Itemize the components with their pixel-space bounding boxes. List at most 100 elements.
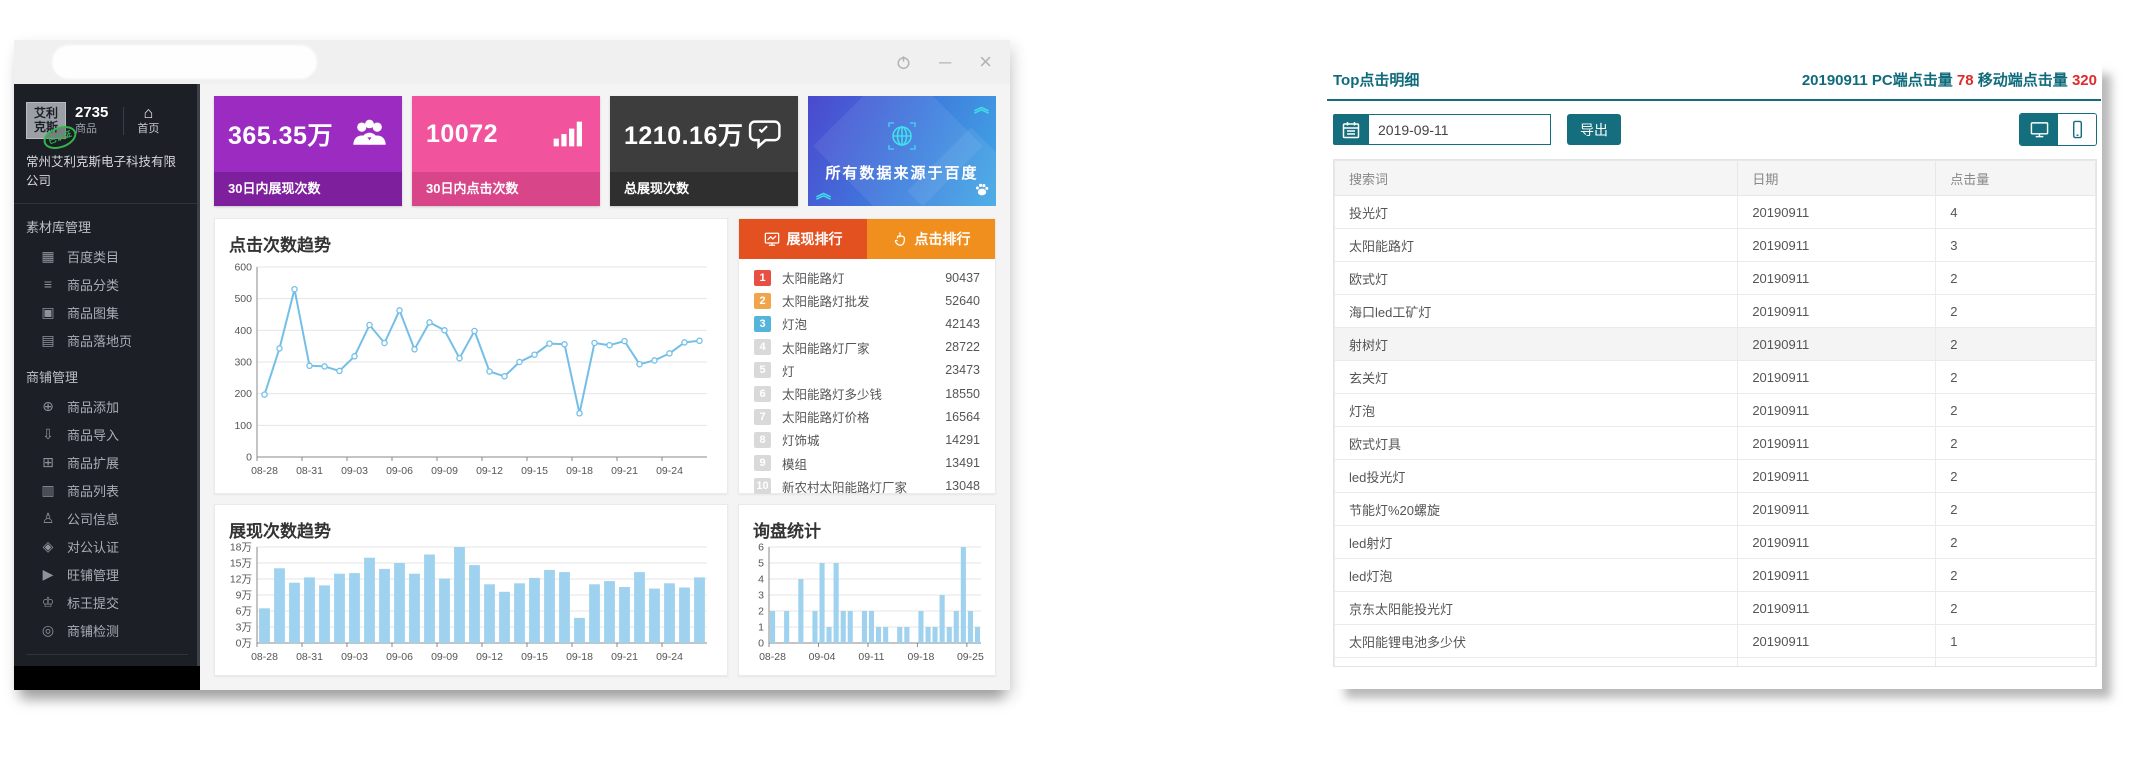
table-cell: 20190911: [1738, 625, 1936, 658]
sidebar-item-百度类目[interactable]: ▦百度类目: [14, 242, 200, 270]
sidebar-item-label: 商铺检测: [67, 621, 119, 640]
stat-card-value: 1210.16万: [624, 116, 743, 152]
tab-click-rank[interactable]: 点击排行: [867, 219, 995, 259]
table-row[interactable]: 太阳能锂电池多少伏201909111: [1335, 625, 2096, 658]
sidebar-scrollbar[interactable]: [197, 84, 200, 666]
product-count-label: 商品: [75, 123, 108, 137]
rank-term: 灯饰城: [782, 430, 945, 449]
inquiry-stats-panel: 询盘统计 012345608-2809-0409-1109-1809-25: [738, 504, 996, 676]
svg-text:09-06: 09-06: [386, 465, 413, 477]
svg-text:08-28: 08-28: [759, 651, 786, 663]
stat-card-0[interactable]: 365.35万30日内展现次数: [214, 96, 402, 206]
stat-card-label: 30日内点击次数: [412, 172, 600, 206]
rank-row[interactable]: 2太阳能路灯批发52640: [741, 289, 993, 312]
svg-text:5: 5: [758, 558, 764, 570]
rank-term: 太阳能路灯厂家: [782, 338, 945, 357]
table-row[interactable]: 海口led工矿灯201909112: [1335, 295, 2096, 328]
rank-badge: 3: [754, 316, 771, 332]
column-header[interactable]: 日期: [1738, 161, 1936, 196]
stat-card-2[interactable]: 1210.16万总展现次数: [610, 96, 798, 206]
table-row[interactable]: led射灯201909112: [1335, 526, 2096, 559]
table-row[interactable]: 京东太阳能投光灯201909112: [1335, 592, 2096, 625]
window-titlebar[interactable]: ─ ×: [14, 40, 1010, 84]
home-label: 首页: [137, 123, 159, 136]
home-button[interactable]: ⌂ 首页: [137, 105, 159, 136]
sidebar-item-标王提交[interactable]: ♔ 标王提交: [14, 588, 200, 616]
table-row[interactable]: 玄关灯201909112: [1335, 361, 2096, 394]
date-input[interactable]: [1369, 114, 1551, 145]
rank-row[interactable]: 8灯饰城14291: [741, 428, 993, 451]
svg-text:600: 600: [234, 262, 252, 274]
rank-row[interactable]: 7太阳能路灯价格16564: [741, 405, 993, 428]
table-row[interactable]: 灯泡201909112: [1335, 394, 2096, 427]
chat-bubble-icon: [747, 117, 784, 151]
rank-row[interactable]: 9模组13491: [741, 452, 993, 475]
impression-trend-title: 展现次数趋势: [215, 505, 727, 542]
sidebar-item-商品导入[interactable]: ⇩商品导入: [14, 420, 200, 448]
sidebar-item-公司信息[interactable]: ♙公司信息: [14, 504, 200, 532]
chevron-up-icon: ︽: [974, 104, 988, 112]
crown-icon: ♔: [40, 594, 56, 611]
sidebar-bottom-strip: [14, 666, 200, 690]
baidu-source-banner[interactable]: ︽︽所有数据来源于百度: [808, 96, 996, 206]
sidebar-item-商品落地页[interactable]: ▤商品落地页: [14, 326, 200, 354]
rank-row[interactable]: 3灯泡42143: [741, 312, 993, 335]
table-row[interactable]: 欧式灯201909112: [1335, 262, 2096, 295]
header-divider: [123, 107, 124, 135]
expand-icon: ⊞: [40, 454, 56, 471]
pc-click-value: 78: [1957, 72, 1974, 89]
rank-badge: 9: [754, 455, 771, 471]
people-icon: [351, 117, 388, 151]
click-detail-table-wrap[interactable]: 搜索词日期点击量 投光灯201909114太阳能路灯201909113欧式灯20…: [1333, 159, 2097, 667]
sidebar-item-对公认证[interactable]: ◈对公认证: [14, 532, 200, 560]
sidebar-item-商品分类[interactable]: ≡商品分类: [14, 270, 200, 298]
svg-text:3万: 3万: [236, 622, 252, 634]
sidebar-item-商品列表[interactable]: ▥商品列表: [14, 476, 200, 504]
click-detail-header: Top点击明细 20190911 PC端点击量 78 移动端点击量 320: [1327, 55, 2101, 101]
power-icon[interactable]: [896, 55, 911, 70]
table-row[interactable]: led灯泡201909112: [1335, 559, 2096, 592]
rank-row[interactable]: 6太阳能路灯多少钱18550: [741, 382, 993, 405]
table-row[interactable]: 太阳能路灯201909113: [1335, 229, 2096, 262]
tab-label: 点击排行: [915, 229, 971, 249]
sidebar-item-商品图集[interactable]: ▣商品图集: [14, 298, 200, 326]
mobile-toggle-button[interactable]: [2058, 114, 2096, 145]
rank-badge: 7: [754, 409, 771, 425]
inquiry-stats-title: 询盘统计: [739, 505, 995, 542]
table-cell: 3: [1936, 229, 2096, 262]
svg-text:09-12: 09-12: [476, 651, 503, 663]
svg-text:09-21: 09-21: [611, 651, 638, 663]
tab-impression-rank[interactable]: 展现排行: [739, 219, 867, 259]
rank-row[interactable]: 4太阳能路灯厂家28722: [741, 336, 993, 359]
sidebar-item-商品扩展[interactable]: ⊞商品扩展: [14, 448, 200, 476]
sidebar-item-旺铺管理[interactable]: ▶旺铺管理: [14, 560, 200, 588]
sidebar-item-label: 标王提交: [67, 593, 119, 612]
table-row[interactable]: 欧式灯具201909112: [1335, 427, 2096, 460]
rank-badge: 1: [754, 270, 771, 286]
sidebar-item-商品添加[interactable]: ⊕商品添加: [14, 392, 200, 420]
svg-text:09-21: 09-21: [611, 465, 638, 477]
sidebar-item-商铺检测[interactable]: ◎商铺检测: [14, 616, 200, 644]
calendar-button[interactable]: [1333, 114, 1369, 145]
column-header[interactable]: 搜索词: [1335, 161, 1738, 196]
stat-card-top: 1210.16万: [610, 96, 798, 172]
table-row[interactable]: 射树灯201909112: [1335, 328, 2096, 361]
close-icon[interactable]: ×: [979, 51, 992, 73]
table-row[interactable]: 投光灯201909114: [1335, 196, 2096, 229]
rank-row[interactable]: 10新农村太阳能路灯厂家13048: [741, 475, 993, 498]
table-row[interactable]: 节能灯%20螺旋201909112: [1335, 493, 2096, 526]
svg-text:09-09: 09-09: [431, 465, 458, 477]
shop-logo[interactable]: 艾利 克斯 已认证: [26, 102, 66, 139]
column-header[interactable]: 点击量: [1936, 161, 2096, 196]
pc-toggle-button[interactable]: [2020, 114, 2058, 145]
rank-row[interactable]: 1太阳能路灯90437: [741, 266, 993, 289]
device-toggle: [2019, 113, 2097, 146]
rank-row[interactable]: 5灯23473: [741, 359, 993, 382]
sidebar-item-label: 百度类目: [67, 247, 119, 266]
export-button[interactable]: 导出: [1567, 114, 1621, 145]
stat-card-1[interactable]: 1007230日内点击次数: [412, 96, 600, 206]
table-cell: 2: [1936, 526, 2096, 559]
chevron-up-icon: ︽: [816, 190, 830, 198]
table-row[interactable]: led投光灯201909112: [1335, 460, 2096, 493]
minimize-icon[interactable]: ─: [939, 54, 951, 71]
